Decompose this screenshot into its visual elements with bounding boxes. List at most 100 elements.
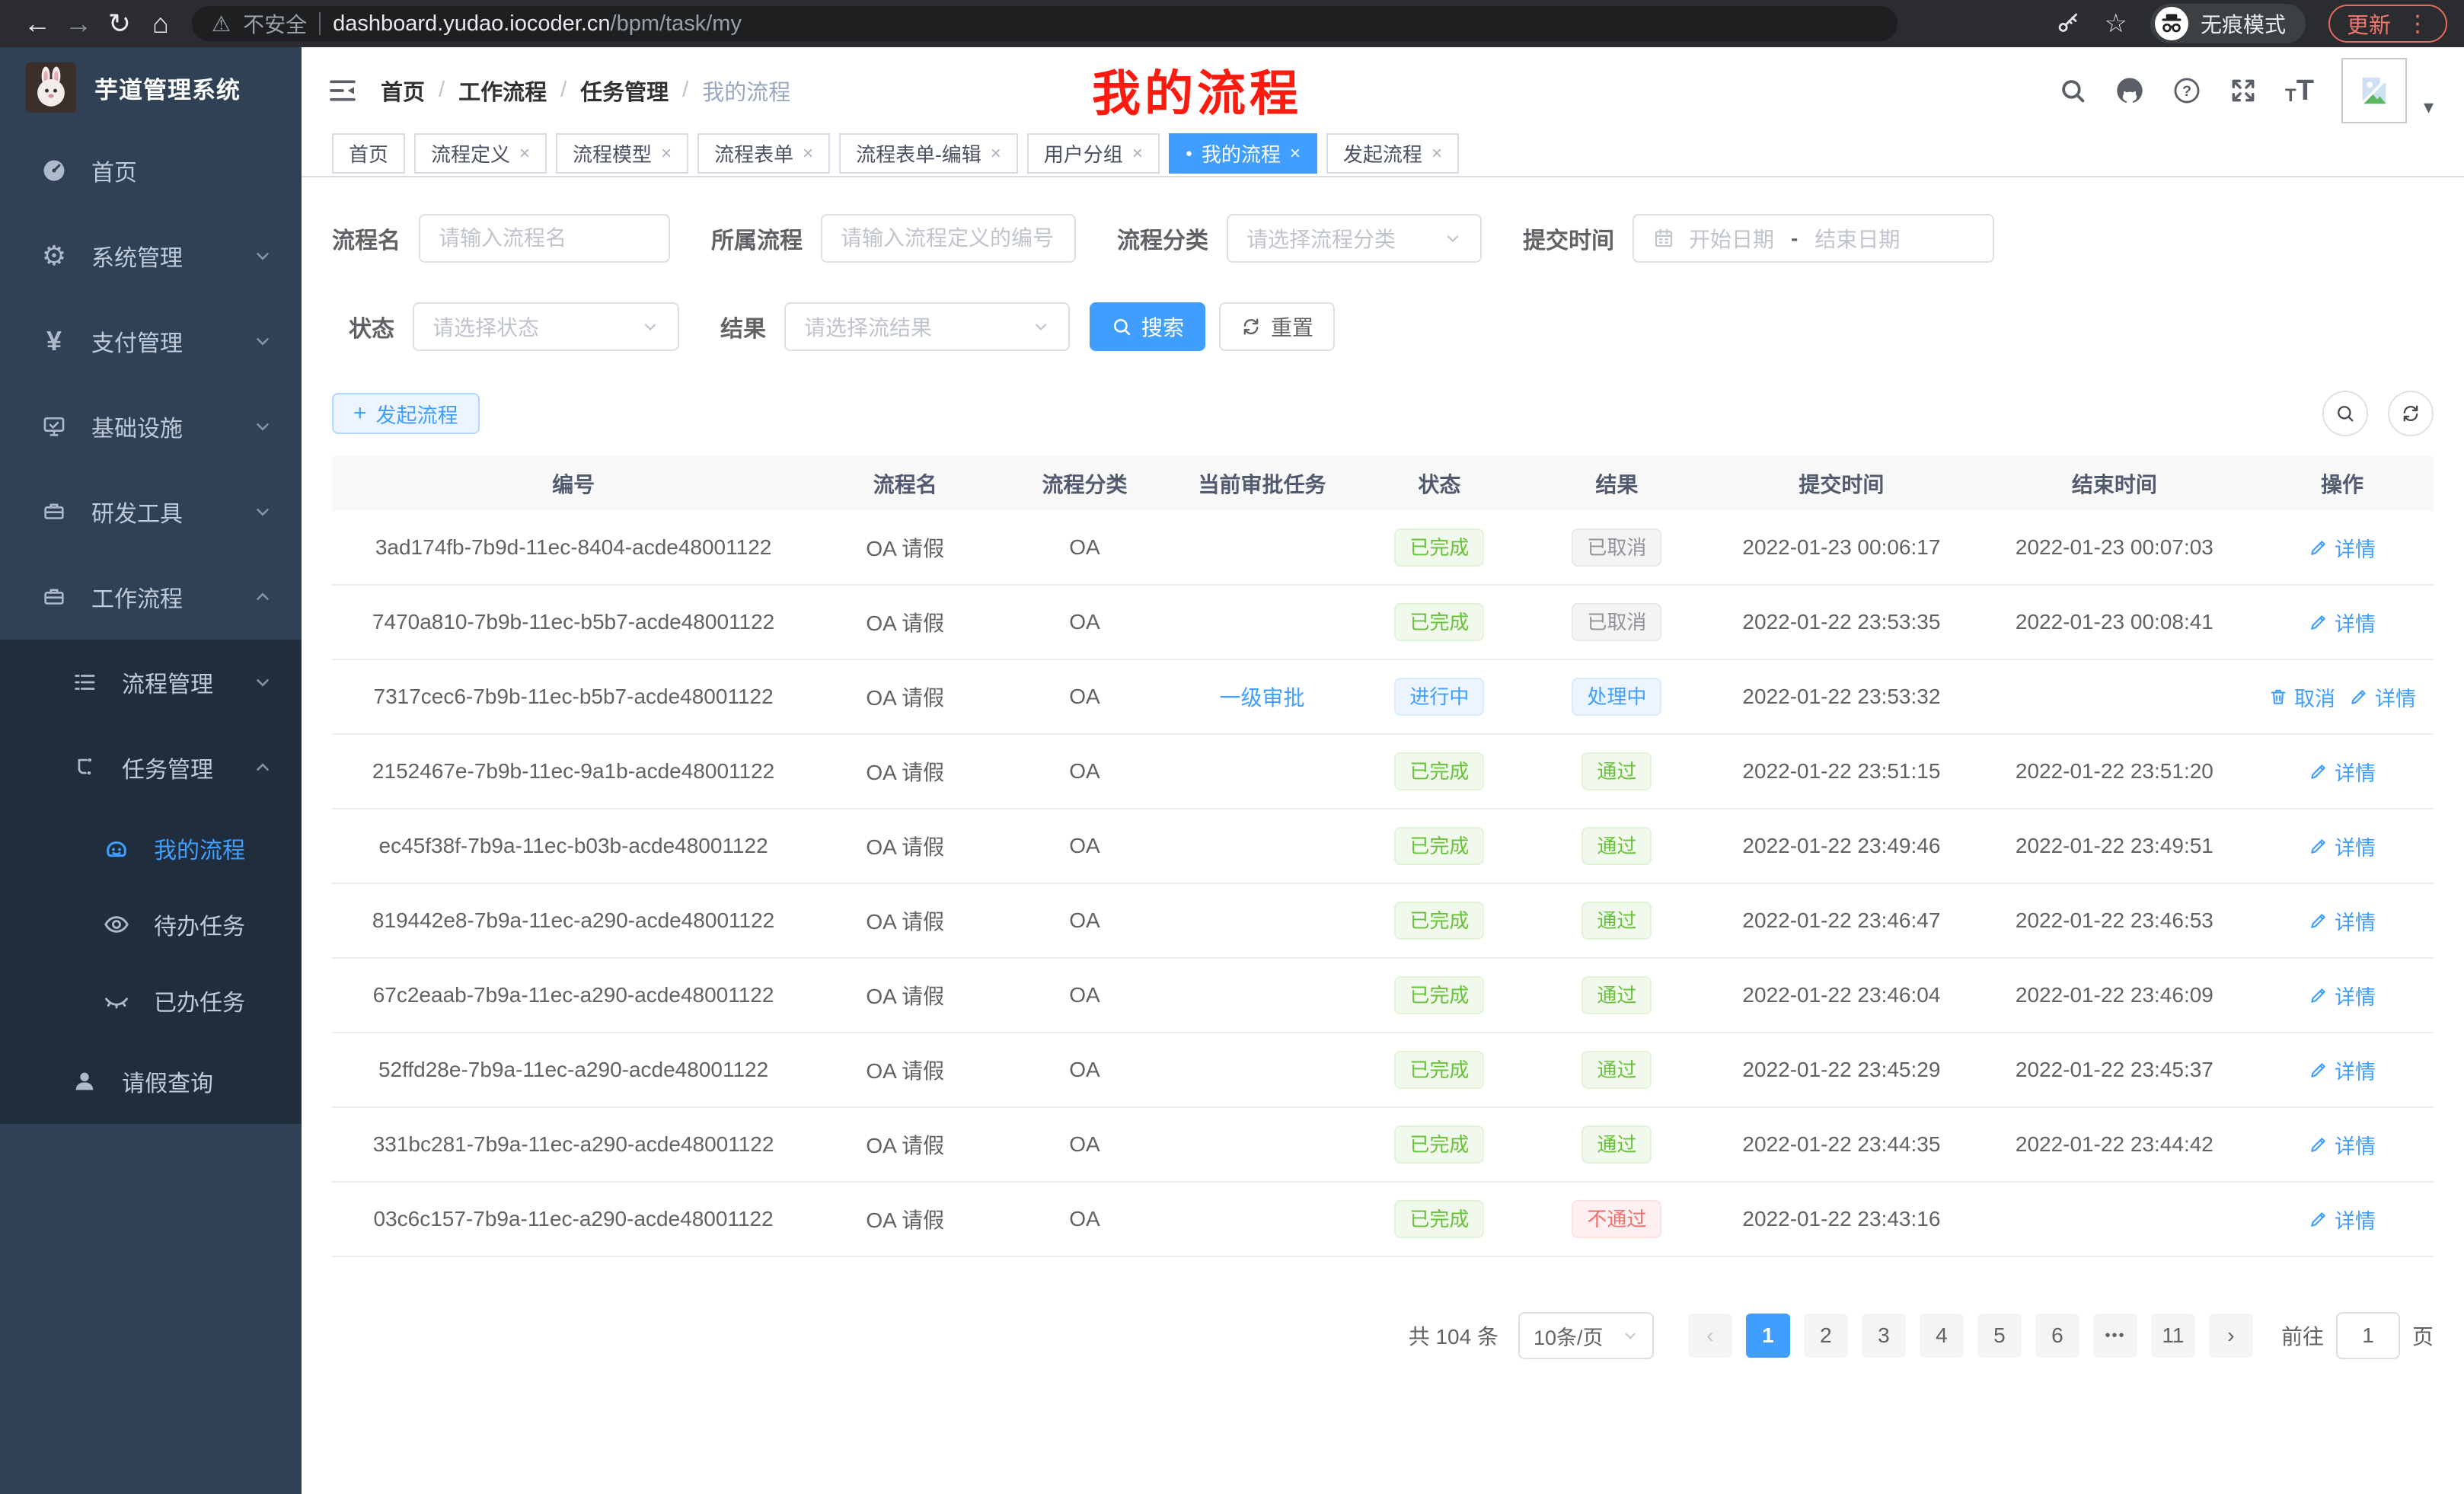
- avatar[interactable]: [2341, 58, 2407, 123]
- page-button-11[interactable]: 11: [2151, 1314, 2195, 1358]
- process-name-input[interactable]: [419, 214, 670, 263]
- reset-button[interactable]: 重置: [1219, 302, 1335, 351]
- breadcrumb-home[interactable]: 首页: [381, 75, 425, 107]
- reload-icon[interactable]: ↻: [99, 3, 140, 44]
- search-button[interactable]: 搜索: [1090, 302, 1205, 351]
- sidebar-fold-icon[interactable]: [327, 75, 358, 106]
- tab-process-definition[interactable]: 流程定义×: [414, 133, 547, 174]
- result-badge: 通过: [1581, 752, 1652, 790]
- close-icon[interactable]: ×: [1431, 143, 1442, 164]
- close-icon[interactable]: ×: [803, 143, 813, 164]
- close-icon[interactable]: ×: [1290, 143, 1301, 164]
- sidebar-item-leave-query[interactable]: 请假查询: [0, 1039, 302, 1124]
- update-button[interactable]: 更新 ⋮: [2328, 5, 2447, 43]
- sidebar-item-dev-tools[interactable]: 研发工具: [0, 469, 302, 554]
- sidebar-item-my-process[interactable]: 我的流程: [0, 810, 302, 886]
- col-header-status: 状态: [1350, 468, 1528, 499]
- tab-process-model[interactable]: 流程模型×: [556, 133, 688, 174]
- tab-process-form[interactable]: 流程表单×: [697, 133, 830, 174]
- process-name-input-field[interactable]: [439, 226, 650, 251]
- forward-icon[interactable]: →: [58, 3, 99, 44]
- chevron-down-icon: [253, 417, 273, 436]
- detail-link[interactable]: 详情: [2309, 1055, 2376, 1085]
- goto-page-input[interactable]: [2336, 1312, 2400, 1359]
- key-icon[interactable]: [2055, 11, 2081, 37]
- github-icon[interactable]: [2115, 75, 2145, 106]
- cell-id: 52ffd28e-7b9a-11ec-a290-acde48001122: [332, 1058, 815, 1082]
- security-label[interactable]: 不安全: [243, 8, 307, 39]
- prev-page-button[interactable]: ‹: [1688, 1314, 1732, 1358]
- close-icon[interactable]: ×: [1132, 143, 1143, 164]
- close-icon[interactable]: ×: [991, 143, 1001, 164]
- sidebar-item-payment-management[interactable]: ¥ 支付管理: [0, 298, 302, 384]
- page-button-1[interactable]: 1: [1746, 1314, 1790, 1358]
- page-button-6[interactable]: 6: [2035, 1314, 2079, 1358]
- page-button-5[interactable]: 5: [1977, 1314, 2022, 1358]
- col-header-category: 流程分类: [995, 468, 1173, 499]
- back-icon[interactable]: ←: [17, 3, 58, 44]
- sidebar-item-task-management[interactable]: 任务管理: [0, 725, 302, 810]
- font-size-icon[interactable]: TT: [2285, 76, 2314, 105]
- detail-link[interactable]: 详情: [2309, 981, 2376, 1010]
- tab-user-group[interactable]: 用户分组×: [1027, 133, 1160, 174]
- sidebar-item-process-management[interactable]: 流程管理: [0, 640, 302, 725]
- tab-process-form-edit[interactable]: 流程表单-编辑×: [839, 133, 1018, 174]
- chevron-down-icon: [641, 318, 659, 336]
- process-definition-input[interactable]: [821, 214, 1076, 263]
- tab-home[interactable]: 首页: [332, 133, 405, 174]
- col-header-actions: 操作: [2251, 468, 2434, 499]
- reset-button-label: 重置: [1271, 311, 1313, 342]
- sidebar-item-workflow[interactable]: 工作流程: [0, 554, 302, 640]
- page-button-4[interactable]: 4: [1920, 1314, 1964, 1358]
- cell-submit-time: 2022-01-22 23:53:35: [1705, 610, 1977, 634]
- start-process-button[interactable]: + 发起流程: [332, 393, 480, 434]
- monitor-icon: [37, 413, 72, 439]
- tab-start-process[interactable]: 发起流程×: [1326, 133, 1459, 174]
- detail-link[interactable]: 详情: [2309, 533, 2376, 563]
- page-size-select[interactable]: 10条/页: [1518, 1312, 1654, 1359]
- detail-link[interactable]: 详情: [2309, 832, 2376, 861]
- sidebar-item-system-management[interactable]: ⚙ 系统管理: [0, 213, 302, 298]
- home-icon[interactable]: ⌂: [140, 3, 181, 44]
- cancel-link[interactable]: 取消: [2268, 682, 2335, 712]
- detail-link[interactable]: 详情: [2309, 1205, 2376, 1234]
- refresh-table-button[interactable]: [2388, 391, 2434, 436]
- breadcrumb-task-management[interactable]: 任务管理: [580, 75, 669, 107]
- sidebar-item-infrastructure[interactable]: 基础设施: [0, 384, 302, 469]
- toggle-search-button[interactable]: [2322, 391, 2368, 436]
- chevron-down-icon: [253, 672, 273, 692]
- avatar-caret-icon[interactable]: ▾: [2424, 95, 2434, 123]
- app-logo[interactable]: 芋道管理系统: [0, 47, 302, 128]
- detail-link[interactable]: 详情: [2309, 757, 2376, 787]
- process-definition-input-field[interactable]: [841, 226, 1056, 251]
- breadcrumb-workflow[interactable]: 工作流程: [458, 75, 547, 107]
- bookmark-star-icon[interactable]: ☆: [2104, 8, 2127, 39]
- result-select[interactable]: 请选择流结果: [784, 302, 1070, 351]
- tab-my-process[interactable]: ●我的流程×: [1169, 133, 1317, 174]
- status-select[interactable]: 请选择状态: [413, 302, 679, 351]
- end-date-placeholder[interactable]: 结束日期: [1814, 223, 1900, 254]
- cell-end-time: 2022-01-22 23:49:51: [1978, 834, 2251, 858]
- sidebar-item-home[interactable]: 首页: [0, 128, 302, 213]
- detail-link[interactable]: 详情: [2309, 608, 2376, 637]
- close-icon[interactable]: ×: [661, 143, 672, 164]
- page-button-3[interactable]: 3: [1862, 1314, 1906, 1358]
- address-bar[interactable]: ⚠ 不安全 dashboard.yudao.iocoder.cn/bpm/tas…: [192, 6, 1897, 41]
- detail-link[interactable]: 详情: [2309, 1130, 2376, 1160]
- help-icon[interactable]: ?: [2172, 76, 2201, 105]
- sidebar-item-todo-tasks[interactable]: 待办任务: [0, 886, 302, 962]
- detail-link[interactable]: 详情: [2349, 682, 2416, 712]
- close-icon[interactable]: ×: [519, 143, 530, 164]
- process-category-select[interactable]: 请选择流程分类: [1227, 214, 1482, 263]
- detail-link[interactable]: 详情: [2309, 906, 2376, 936]
- task-link[interactable]: 一级审批: [1219, 682, 1304, 712]
- fullscreen-icon[interactable]: [2229, 76, 2258, 105]
- kebab-menu-icon[interactable]: ⋮: [2406, 11, 2429, 37]
- sidebar-item-done-tasks[interactable]: 已办任务: [0, 962, 302, 1039]
- more-pages-button[interactable]: •••: [2093, 1314, 2137, 1358]
- start-date-placeholder[interactable]: 开始日期: [1689, 223, 1774, 254]
- page-button-2[interactable]: 2: [1804, 1314, 1848, 1358]
- next-page-button[interactable]: ›: [2209, 1314, 2253, 1358]
- date-range-picker[interactable]: 开始日期 - 结束日期: [1633, 214, 1994, 263]
- search-icon[interactable]: [2058, 76, 2087, 105]
